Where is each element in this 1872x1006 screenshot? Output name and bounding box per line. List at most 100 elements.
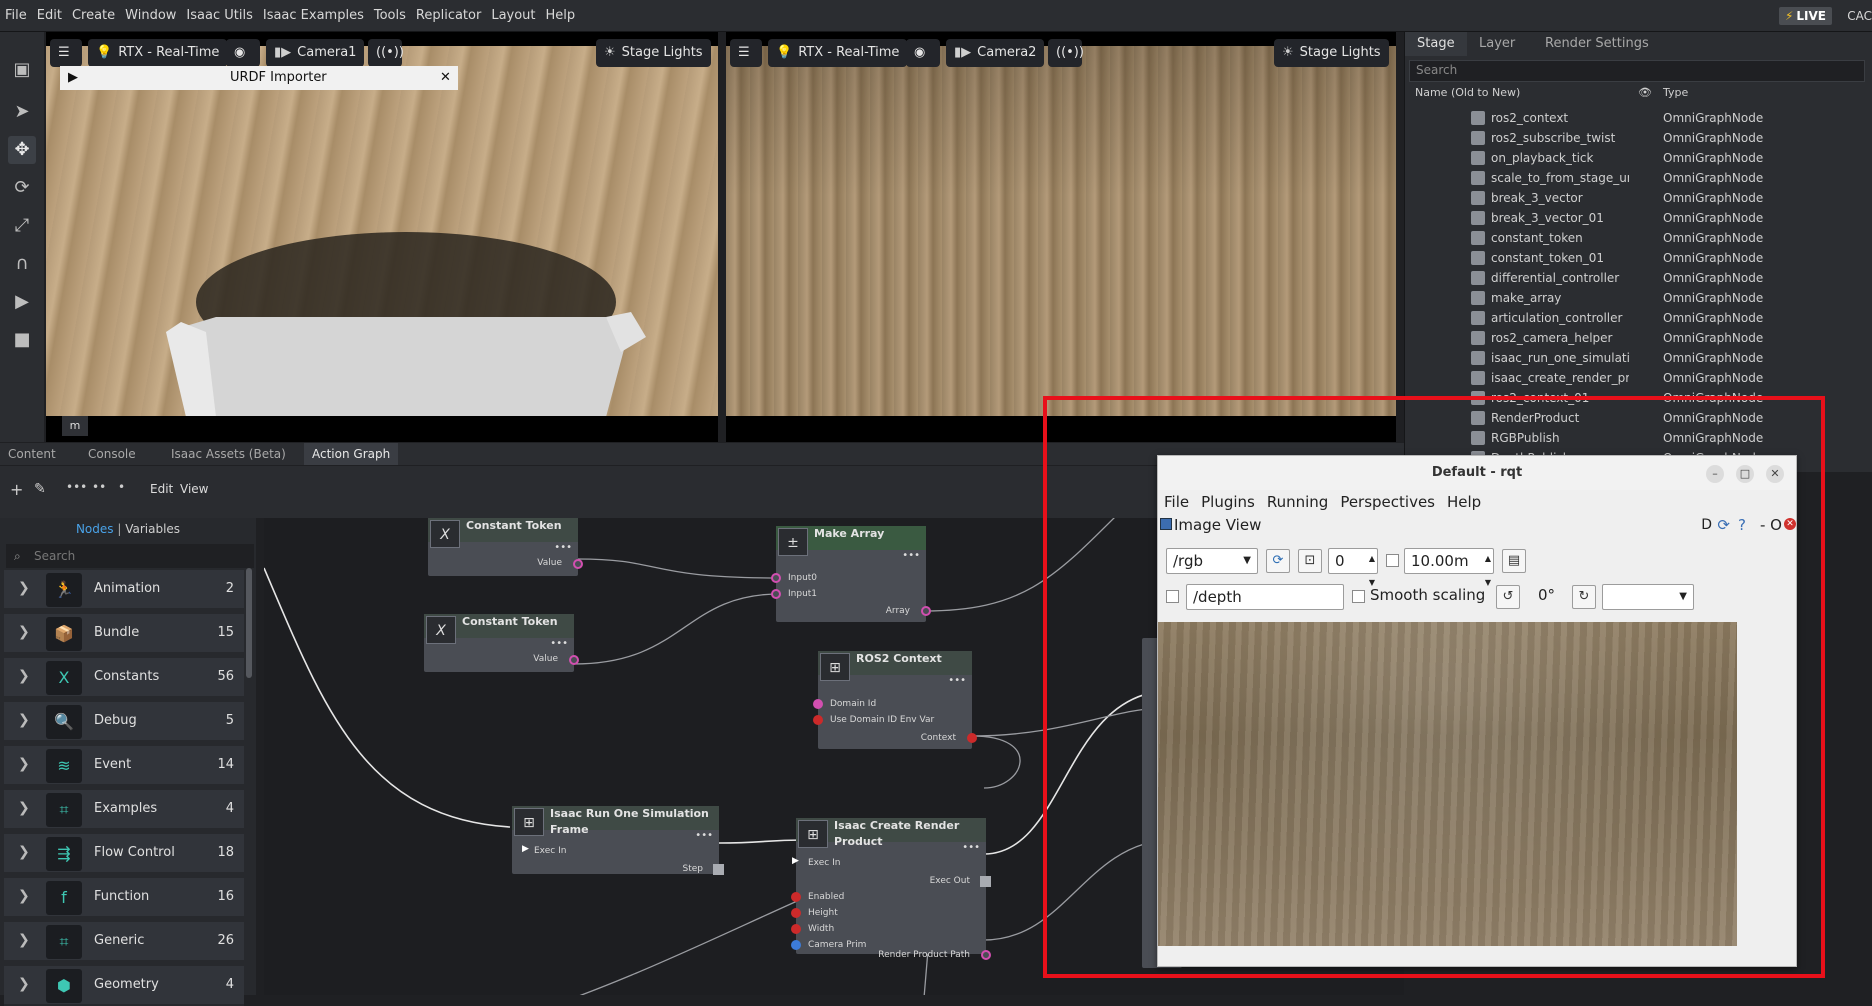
- stage-row[interactable]: break_3_vector OmniGraphNode: [1405, 188, 1872, 208]
- broadcast-icon-2[interactable]: ((•)): [1048, 39, 1084, 67]
- chevron-right-icon[interactable]: ❯: [18, 932, 30, 948]
- node-ros2-context[interactable]: ROS2 Context ⊞ ••• Domain Id Use Domain …: [813, 651, 977, 749]
- stage-row[interactable]: ros2_camera_helper OmniGraphNode: [1405, 328, 1872, 348]
- category-item[interactable]: ❯ 🏃 Animation 2: [4, 570, 244, 610]
- stage-row[interactable]: scale_to_from_stage_units OmniGraphNode: [1405, 168, 1872, 188]
- stage-lights-button[interactable]: ☀ Stage Lights: [596, 39, 711, 67]
- node-make-array[interactable]: Make Array ± ••• Input0 Input1 Array: [771, 526, 931, 622]
- stage-row[interactable]: articulation_controller OmniGraphNode: [1405, 308, 1872, 328]
- chevron-right-icon[interactable]: ❯: [18, 976, 30, 992]
- input-pin[interactable]: [791, 908, 801, 918]
- col-type-header[interactable]: Type: [1663, 86, 1688, 99]
- input-pin[interactable]: [771, 573, 781, 583]
- urdf-importer-panel[interactable]: ▶ URDF Importer ✕: [60, 66, 458, 90]
- viewport-camera2[interactable]: ☰ 💡 RTX - Real-Time ◉ ▮▶ Camera2 ((•)) ☀ St…: [726, 32, 1396, 442]
- visibility-eye-icon-2[interactable]: ◉: [906, 39, 940, 67]
- chevron-right-icon[interactable]: ❯: [18, 844, 30, 860]
- add-icon[interactable]: +: [10, 480, 23, 499]
- stage-row[interactable]: on_playback_tick OmniGraphNode: [1405, 148, 1872, 168]
- output-pin[interactable]: [569, 655, 579, 665]
- node-list-scrollbar[interactable]: [246, 568, 252, 678]
- rotate-icon[interactable]: ⟳: [8, 174, 36, 202]
- render-mode-button-2[interactable]: 💡 RTX - Real-Time: [768, 39, 908, 67]
- output-pin[interactable]: [573, 559, 583, 569]
- chevron-right-icon[interactable]: ❯: [18, 624, 30, 640]
- menu-help[interactable]: Help: [541, 0, 581, 32]
- exec-output-pin[interactable]: [713, 864, 724, 875]
- tab-nodes[interactable]: Nodes: [76, 522, 114, 536]
- ag-menu-edit[interactable]: Edit: [150, 482, 173, 496]
- category-item[interactable]: ❯ ⌗ Examples 4: [4, 790, 244, 830]
- render-mode-button[interactable]: 💡 RTX - Real-Time: [88, 39, 228, 67]
- category-item[interactable]: ❯ X Constants 56: [4, 658, 244, 698]
- stop-icon[interactable]: ■: [8, 326, 36, 354]
- menu-window[interactable]: Window: [120, 0, 181, 32]
- node-menu-icon[interactable]: •••: [695, 830, 713, 841]
- layout-dot-icon[interactable]: •: [118, 480, 125, 494]
- tab-layer[interactable]: Layer: [1467, 32, 1527, 56]
- node-menu-icon[interactable]: •••: [554, 542, 572, 553]
- stage-row[interactable]: isaac_create_render_produc OmniGraphNode: [1405, 368, 1872, 388]
- input-pin[interactable]: [791, 892, 801, 902]
- category-item[interactable]: ❯ 📦 Bundle 15: [4, 614, 244, 654]
- category-item[interactable]: ❯ ⇶ Flow Control 18: [4, 834, 244, 874]
- stage-lights-button-2[interactable]: ☀ Stage Lights: [1274, 39, 1389, 67]
- stage-row[interactable]: differential_controller OmniGraphNode: [1405, 268, 1872, 288]
- camera-select-button-2[interactable]: ▮▶ Camera2: [946, 39, 1045, 67]
- move-icon[interactable]: ✥: [8, 136, 36, 164]
- stage-row[interactable]: ros2_context OmniGraphNode: [1405, 108, 1872, 128]
- stage-search-input[interactable]: Search: [1409, 60, 1865, 82]
- chevron-right-icon[interactable]: ❯: [18, 800, 30, 816]
- menu-edit[interactable]: Edit: [32, 0, 67, 32]
- stage-row[interactable]: isaac_run_one_simulation_ OmniGraphNode: [1405, 348, 1872, 368]
- layout-dots-2-icon[interactable]: ••: [92, 480, 106, 494]
- input-pin[interactable]: [771, 589, 781, 599]
- stage-row[interactable]: constant_token_01 OmniGraphNode: [1405, 248, 1872, 268]
- menu-isaac-examples[interactable]: Isaac Examples: [258, 0, 369, 32]
- ag-menu-view[interactable]: View: [180, 482, 208, 496]
- exec-triangle-icon[interactable]: ▶: [522, 844, 529, 854]
- category-item[interactable]: ❯ ≋ Event 14: [4, 746, 244, 786]
- collapse-triangle-icon[interactable]: ▶: [68, 66, 78, 90]
- camera-select-button[interactable]: ▮▶ Camera1: [266, 39, 365, 67]
- chevron-right-icon[interactable]: ❯: [18, 888, 30, 904]
- output-pin[interactable]: [967, 733, 977, 743]
- stage-row[interactable]: break_3_vector_01 OmniGraphNode: [1405, 208, 1872, 228]
- viewport-settings-icon[interactable]: ☰: [50, 39, 82, 67]
- menu-isaac-utils[interactable]: Isaac Utils: [181, 0, 257, 32]
- node-menu-icon[interactable]: •••: [948, 675, 966, 686]
- tab-variables[interactable]: Variables: [125, 522, 180, 536]
- output-pin[interactable]: [981, 950, 991, 960]
- input-pin[interactable]: [791, 924, 801, 934]
- tab-content[interactable]: Content: [0, 443, 64, 465]
- chevron-right-icon[interactable]: ❯: [18, 756, 30, 772]
- node-menu-icon[interactable]: •••: [962, 842, 980, 853]
- close-icon[interactable]: ✕: [440, 66, 451, 90]
- node-search-input[interactable]: ⌕ Search: [6, 544, 254, 568]
- chevron-right-icon[interactable]: ❯: [18, 712, 30, 728]
- tab-console[interactable]: Console: [80, 443, 144, 465]
- snap-icon[interactable]: ∩: [8, 250, 36, 278]
- stage-row[interactable]: constant_token OmniGraphNode: [1405, 228, 1872, 248]
- eye-icon[interactable]: 👁: [1638, 86, 1652, 99]
- stage-row[interactable]: make_array OmniGraphNode: [1405, 288, 1872, 308]
- stage-row[interactable]: ros2_subscribe_twist OmniGraphNode: [1405, 128, 1872, 148]
- category-item[interactable]: ❯ ⌗ Generic 26: [4, 922, 244, 962]
- category-item[interactable]: ❯ f Function 16: [4, 878, 244, 918]
- exec-output-pin[interactable]: [980, 876, 991, 887]
- node-menu-icon[interactable]: •••: [902, 550, 920, 561]
- node-menu-icon[interactable]: •••: [550, 638, 568, 649]
- input-pin[interactable]: [813, 699, 823, 709]
- node-run-one-simulation-frame[interactable]: Isaac Run One Simulation Frame ⊞ ••• ▶ E…: [512, 806, 724, 875]
- category-item[interactable]: ❯ ⬢ Geometry 4: [4, 966, 244, 1006]
- menu-file[interactable]: File: [0, 0, 32, 32]
- chevron-right-icon[interactable]: ❯: [18, 580, 30, 596]
- col-name-header[interactable]: Name (Old to New): [1415, 86, 1520, 99]
- layout-dots-icon[interactable]: •••: [66, 480, 87, 494]
- output-pin[interactable]: [921, 606, 931, 616]
- exec-triangle-icon[interactable]: ▶: [792, 856, 799, 866]
- input-pin[interactable]: [791, 940, 801, 950]
- node-create-render-product[interactable]: Isaac Create Render Product ⊞ ••• ▶ Exec…: [791, 818, 991, 960]
- menu-create[interactable]: Create: [67, 0, 120, 32]
- menu-tools[interactable]: Tools: [369, 0, 411, 32]
